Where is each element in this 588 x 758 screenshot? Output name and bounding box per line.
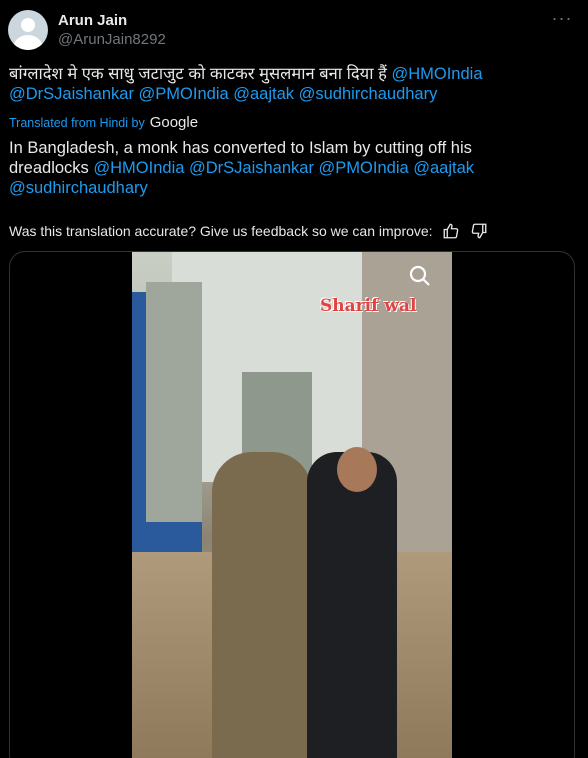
media-container[interactable]: Sharif wal bbox=[9, 251, 575, 758]
translation-feedback: Was this translation accurate? Give us f… bbox=[9, 222, 489, 240]
user-handle[interactable]: @ArunJain8292 bbox=[58, 30, 166, 49]
tweet-text-translated: In Bangladesh, a monk has converted to I… bbox=[9, 138, 572, 198]
mention-link[interactable]: @sudhirchaudhary bbox=[9, 179, 148, 197]
video-overlay-caption: Sharif wal bbox=[320, 296, 417, 316]
thumbs-up-icon[interactable] bbox=[441, 222, 461, 240]
video-frame[interactable]: Sharif wal bbox=[132, 252, 452, 758]
google-logo: Google bbox=[149, 114, 199, 131]
feedback-prompt: Was this translation accurate? Give us f… bbox=[9, 223, 433, 239]
avatar-body-shape bbox=[14, 35, 42, 50]
user-names: Arun Jain @ArunJain8292 bbox=[58, 11, 166, 49]
mention-links[interactable]: @HMOIndia @DrSJaishankar @PMOIndia @aajt… bbox=[93, 159, 474, 177]
display-name[interactable]: Arun Jain bbox=[58, 11, 166, 30]
english-text-line2: dreadlocks bbox=[9, 159, 89, 177]
scene-person-head bbox=[337, 447, 377, 492]
translated-from-text[interactable]: Translated from Hindi by bbox=[9, 116, 145, 130]
avatar-head-shape bbox=[21, 18, 35, 32]
tweet-header: Arun Jain @ArunJain8292 ··· bbox=[8, 8, 580, 52]
scene-person bbox=[307, 452, 397, 758]
thumbs-down-icon[interactable] bbox=[469, 222, 489, 240]
scene-person bbox=[212, 452, 312, 758]
hindi-text: बांग्लादेश मे एक साधु जटाजुट को काटकर मु… bbox=[9, 65, 387, 83]
mention-links[interactable]: @DrSJaishankar @PMOIndia @aajtak @sudhir… bbox=[9, 85, 437, 103]
tweet-text-original: बांग्लादेश मे एक साधु जटाजुट को काटकर मु… bbox=[9, 64, 572, 104]
avatar[interactable] bbox=[8, 10, 48, 50]
scene-building bbox=[146, 282, 202, 522]
translated-label: Translated from Hindi by Google bbox=[9, 114, 198, 131]
mention-link[interactable]: @HMOIndia bbox=[391, 65, 482, 83]
search-icon[interactable] bbox=[408, 264, 432, 288]
more-options-icon[interactable]: ··· bbox=[548, 9, 576, 32]
english-text-line1: In Bangladesh, a monk has converted to I… bbox=[9, 139, 472, 157]
